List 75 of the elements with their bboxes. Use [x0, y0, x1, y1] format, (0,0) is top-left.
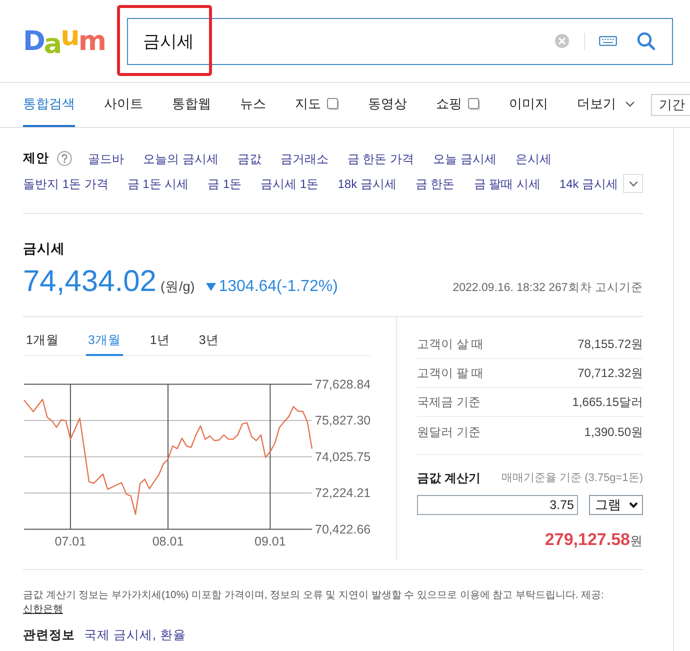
suggestion-link[interactable]: 오늘의 금시세 — [143, 150, 218, 168]
suggestion-link[interactable]: 14k 금시세 — [559, 174, 618, 192]
amount-field[interactable]: 3.75 — [417, 495, 578, 515]
nav-tab[interactable]: 이미지 — [509, 83, 548, 127]
price-value: 74,434.02 — [23, 264, 156, 300]
suggestion-link[interactable]: 돌반지 1돈 가격 — [23, 174, 108, 192]
search-input[interactable]: 금시세 — [143, 26, 555, 56]
nav-tab[interactable]: 통합검색 — [23, 83, 75, 127]
related-label: 관련정보 — [23, 626, 75, 644]
suggestion-link[interactable]: 금값 — [237, 150, 262, 168]
nav-tab[interactable]: 더보기 — [577, 83, 635, 127]
y-axis-label: 72,224.21 — [315, 486, 371, 500]
disclaimer-text: 금값 계산기 정보는 부가가치세(10%) 미포함 가격이며, 정보의 오류 및 지연이 발생할 수 있으므로 이용에 참고 부탁드립니다. 제공: 신한은행 — [23, 589, 605, 617]
suggestion-link[interactable]: 골드바 — [88, 150, 124, 168]
rate-value: 1,390.50원 — [584, 424, 643, 440]
x-axis-label: 09.01 — [254, 534, 286, 548]
source-link[interactable]: 신한은행 — [23, 604, 63, 615]
y-axis-label: 74,025.75 — [315, 450, 371, 464]
suggestion-link[interactable]: 금거래소 — [280, 150, 328, 168]
price-unit: (원/g) — [160, 278, 195, 296]
nav-tab[interactable]: 사이트 — [104, 83, 143, 127]
y-axis-label: 77,628.84 — [315, 377, 371, 392]
period-tab[interactable]: 1개월 — [24, 331, 61, 356]
help-icon[interactable] — [57, 151, 72, 166]
section-title: 금시세 — [23, 240, 66, 258]
chevron-down-icon — [629, 502, 638, 508]
currency-unit: 원 — [630, 533, 643, 550]
separator: , — [152, 626, 156, 644]
calculator-title: 금값 계산기 — [417, 470, 480, 487]
x-axis-label: 07.01 — [54, 534, 86, 548]
suggestion-link[interactable]: 18k 금시세 — [338, 174, 396, 192]
suggestion-link[interactable]: 금 한돈 가격 — [347, 150, 414, 168]
keyboard-icon[interactable] — [599, 36, 617, 46]
nav-tab[interactable]: 동영상 — [368, 83, 407, 127]
related-link[interactable]: 환율 — [160, 626, 186, 644]
unit-select[interactable]: 그램 — [589, 495, 643, 515]
period-tab[interactable]: 3년 — [196, 331, 221, 356]
suggestion-link[interactable]: 금 한돈 — [415, 174, 455, 192]
rate-value: 78,155.72원 — [578, 336, 643, 353]
search-field[interactable]: 금시세 — [127, 18, 673, 64]
y-axis-label: 75,827.30 — [315, 414, 371, 428]
rate-label: 국제금 기준 — [417, 394, 480, 411]
calculator-note: 매매기준율 기준 (3.75g=1돈) — [501, 470, 643, 486]
price-change: 1304.64(-1.72%) — [218, 277, 338, 297]
suggestion-link[interactable]: 금 팔때 시세 — [474, 174, 540, 192]
period-tab[interactable]: 1년 — [148, 331, 172, 356]
x-axis-label: 08.01 — [152, 534, 184, 548]
suggestion-link[interactable]: 금시세 1돈 — [260, 174, 319, 192]
rate-value: 70,712.32원 — [578, 365, 643, 382]
nav-tab[interactable]: 지도 — [295, 83, 339, 127]
suggestion-link[interactable]: 오늘 금시세 — [433, 150, 496, 168]
suggestion-link[interactable]: 금 1돈 — [208, 174, 242, 192]
search-icon[interactable] — [637, 32, 655, 50]
related-link[interactable]: 국제 금시세 — [84, 626, 152, 644]
nav-tab[interactable]: 통합웹 — [172, 83, 211, 127]
timestamp-text: 2022.09.16. 18:32 267회차 고시기준 — [452, 281, 643, 296]
period-tab[interactable]: 3개월 — [86, 331, 123, 356]
rate-value: 1,665.15달러 — [572, 394, 643, 411]
square-icon — [468, 98, 480, 110]
rate-label: 고객이 살 때 — [417, 336, 484, 353]
chevron-down-icon — [625, 101, 635, 107]
calculated-price: 279,127.58 — [544, 529, 630, 551]
suggestion-link[interactable]: 은시세 — [515, 150, 552, 168]
rate-label: 원달러 기준 — [417, 424, 480, 440]
square-icon — [327, 98, 339, 110]
expand-button[interactable] — [623, 174, 643, 193]
nav-tab[interactable]: 쇼핑 — [436, 83, 480, 127]
nav-tab[interactable]: 뉴스 — [240, 83, 266, 127]
logo[interactable]: Daum — [23, 20, 107, 62]
y-axis-label: 70,422.66 — [315, 522, 371, 536]
period-filter[interactable]: 기간 — [651, 94, 690, 116]
rate-label: 고객이 팔 때 — [417, 365, 484, 382]
suggestion-label: 제안 — [23, 150, 49, 168]
suggestion-link[interactable]: 금 1돈 시세 — [127, 174, 189, 192]
chevron-down-icon — [628, 180, 638, 186]
